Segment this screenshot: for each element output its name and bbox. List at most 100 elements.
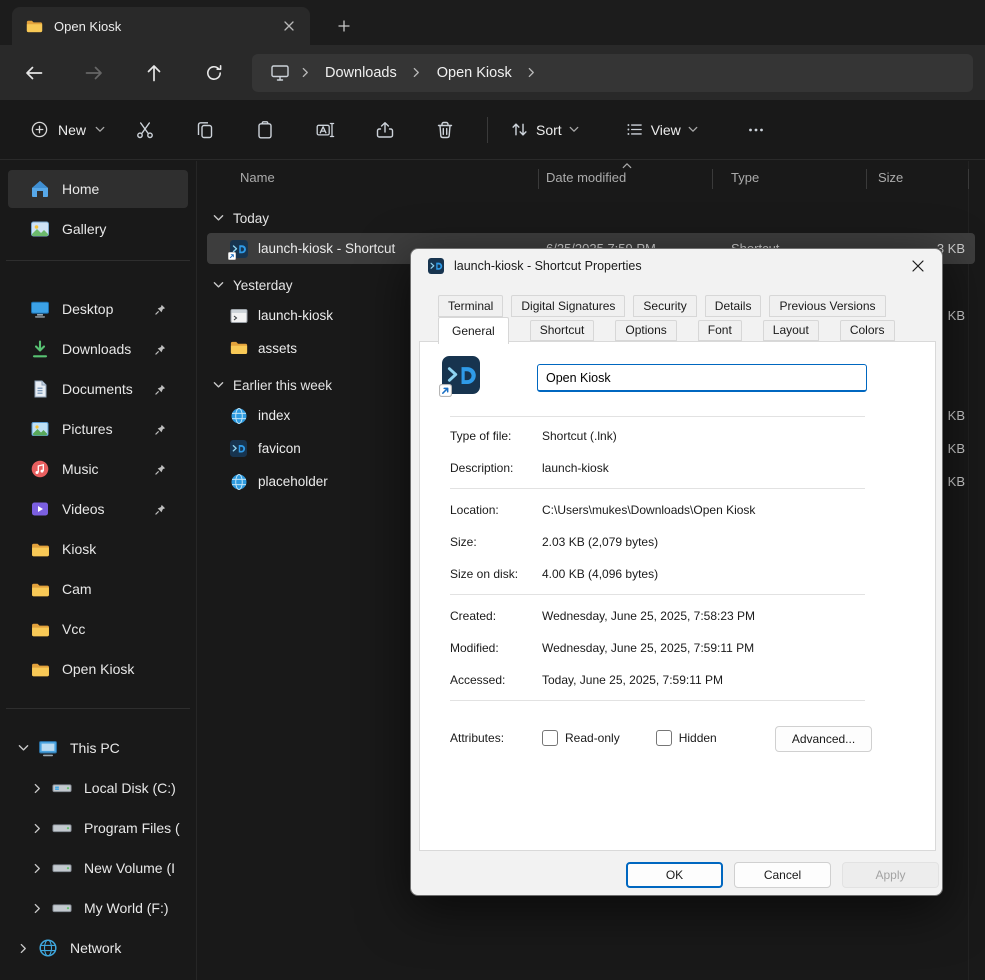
sidebar-item-kiosk[interactable]: Kiosk	[8, 530, 188, 568]
sidebar-item-my-world[interactable]: My World (F:)	[8, 889, 188, 927]
chevron-right-icon	[302, 67, 309, 78]
breadcrumb-downloads[interactable]: Downloads	[316, 58, 406, 88]
forward-button[interactable]	[74, 55, 114, 91]
collapse-group-chevron[interactable]	[213, 214, 224, 222]
sidebar-item-videos[interactable]: Videos	[8, 490, 188, 528]
sidebar-item-network[interactable]: Network	[8, 929, 188, 967]
breadcrumb-open-kiosk[interactable]: Open Kiosk	[428, 58, 521, 88]
copy-button[interactable]	[181, 111, 229, 149]
field-separator	[450, 488, 865, 489]
expand-chevron[interactable]	[28, 819, 46, 837]
kiosk-icon	[428, 258, 444, 274]
tab-terminal[interactable]: Terminal	[438, 295, 504, 317]
copy-icon	[197, 121, 213, 138]
field-label: Created:	[450, 609, 497, 623]
column-separator[interactable]	[538, 169, 539, 189]
expand-chevron[interactable]	[28, 779, 46, 797]
tab-general[interactable]: General	[438, 317, 509, 344]
sidebar-item-this-pc[interactable]: This PC	[8, 729, 188, 767]
close-tab-button[interactable]	[276, 13, 302, 39]
group-label: Yesterday	[233, 277, 293, 293]
column-separator[interactable]	[712, 169, 713, 189]
pin-icon	[155, 304, 166, 315]
tab-previous-versions[interactable]: Previous Versions	[769, 295, 886, 317]
sidebar-item-documents[interactable]: Documents	[8, 370, 188, 408]
sidebar-item-downloads[interactable]: Downloads	[8, 330, 188, 368]
sidebar-item-vcc[interactable]: Vcc	[8, 610, 188, 648]
column-header-size[interactable]: Size	[878, 170, 903, 185]
tab-options[interactable]: Options	[615, 320, 677, 341]
properties-dialog: launch-kiosk - Shortcut Properties Termi…	[410, 248, 943, 896]
delete-button[interactable]	[421, 111, 469, 149]
readonly-checkbox[interactable]	[542, 730, 558, 746]
chevron-down-icon	[688, 126, 698, 133]
breadcrumb-chevron[interactable]	[294, 58, 316, 88]
network-icon	[39, 939, 57, 957]
globe-icon	[230, 473, 248, 491]
advanced-button[interactable]: Advanced...	[775, 726, 872, 752]
computer-icon	[38, 738, 58, 758]
sidebar-item-desktop[interactable]: Desktop	[8, 290, 188, 328]
sidebar-item-home[interactable]: Home	[8, 170, 188, 208]
expand-chevron[interactable]	[14, 939, 32, 957]
sidebar-item-pictures[interactable]: Pictures	[8, 410, 188, 448]
sidebar-item-new-volume[interactable]: New Volume (I	[8, 849, 188, 887]
cut-button[interactable]	[121, 111, 169, 149]
sidebar-item-gallery[interactable]: Gallery	[8, 210, 188, 248]
field-size: Size: 2.03 KB (2,079 bytes)	[450, 532, 865, 552]
column-separator[interactable]	[968, 169, 969, 189]
dialog-titlebar[interactable]: launch-kiosk - Shortcut Properties	[411, 249, 942, 283]
cancel-button[interactable]: Cancel	[734, 862, 831, 888]
collapse-group-chevron[interactable]	[213, 381, 224, 389]
share-button[interactable]	[361, 111, 409, 149]
column-separator[interactable]	[866, 169, 867, 189]
column-header-date-modified[interactable]: Date modified	[546, 170, 626, 185]
cut-icon	[137, 121, 153, 138]
sidebar-item-open-kiosk[interactable]: Open Kiosk	[8, 650, 188, 688]
hidden-checkbox[interactable]	[655, 730, 672, 746]
sort-button[interactable]: Sort	[500, 111, 589, 149]
dialog-close-button[interactable]	[900, 252, 936, 280]
file-size: KB	[947, 408, 965, 423]
rename-icon	[316, 122, 335, 137]
tab-colors[interactable]: Colors	[839, 320, 895, 341]
sidebar-item-local-disk-c[interactable]: Local Disk (C:)	[8, 769, 188, 807]
sidebar-item-label: Program Files (	[84, 820, 180, 836]
expand-chevron[interactable]	[14, 739, 32, 757]
sidebar-item-music[interactable]: Music	[8, 450, 188, 488]
field-label: Description:	[450, 461, 514, 475]
rename-button[interactable]	[301, 111, 349, 149]
paste-icon	[258, 120, 272, 138]
expand-chevron[interactable]	[28, 899, 46, 917]
column-header-name[interactable]: Name	[240, 170, 275, 185]
drive-icon	[52, 901, 72, 915]
tab-shortcut[interactable]: Shortcut	[529, 320, 595, 341]
back-button[interactable]	[14, 55, 54, 91]
paste-button[interactable]	[241, 111, 289, 149]
new-tab-button[interactable]	[330, 13, 358, 39]
chevron-right-icon	[34, 783, 41, 794]
tab-font[interactable]: Font	[697, 320, 742, 341]
sidebar-item-cam[interactable]: Cam	[8, 570, 188, 608]
shortcut-name-input[interactable]	[537, 364, 867, 392]
group-header-today[interactable]: Today	[197, 205, 985, 231]
sidebar-item-program-files[interactable]: Program Files (	[8, 809, 188, 847]
documents-icon	[34, 380, 47, 398]
tab-details[interactable]: Details	[704, 295, 762, 317]
collapse-group-chevron[interactable]	[213, 281, 224, 289]
chevron-down-icon	[95, 126, 105, 133]
column-header-type[interactable]: Type	[731, 170, 759, 185]
breadcrumb-chevron[interactable]	[406, 58, 428, 88]
tab-security[interactable]: Security	[633, 295, 697, 317]
tab-layout[interactable]: Layout	[762, 320, 819, 341]
refresh-button[interactable]	[194, 55, 234, 91]
explorer-tab[interactable]: Open Kiosk	[12, 7, 310, 45]
view-button[interactable]: View	[615, 111, 708, 149]
breadcrumb-chevron[interactable]	[521, 58, 543, 88]
new-button[interactable]: New	[20, 111, 115, 149]
ok-button[interactable]: OK	[626, 862, 723, 888]
more-options-button[interactable]	[732, 111, 780, 149]
expand-chevron[interactable]	[28, 859, 46, 877]
tab-digital-signatures[interactable]: Digital Signatures	[511, 295, 626, 317]
up-button[interactable]	[134, 55, 174, 91]
